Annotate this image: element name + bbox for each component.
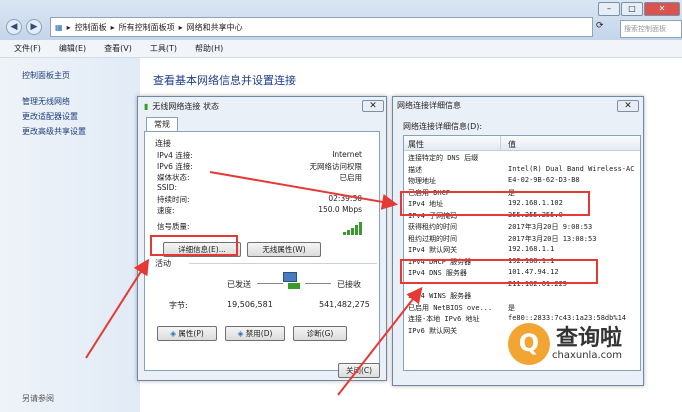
arrow-to-ipv4	[209, 171, 398, 210]
arrow-to-details-button	[85, 258, 150, 359]
watermark-url: chaxunla.com	[552, 350, 622, 361]
watermark-logo-icon: Q	[508, 323, 550, 365]
arrow-to-dns	[337, 286, 423, 396]
watermark-text: 查询啦	[556, 326, 623, 351]
